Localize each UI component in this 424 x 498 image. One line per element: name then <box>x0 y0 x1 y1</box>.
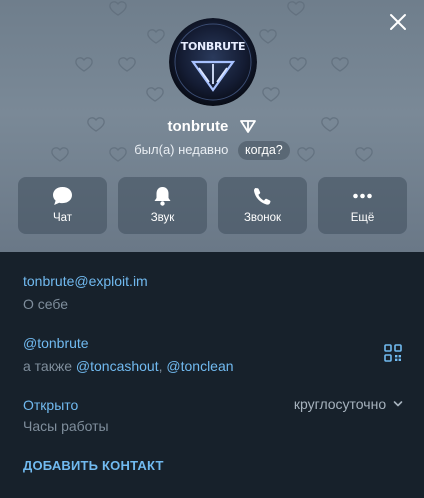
also-prefix: а также <box>23 358 76 374</box>
call-button[interactable]: Звонок <box>218 177 307 234</box>
last-seen-status: был(а) недавно <box>134 142 229 157</box>
more-icon <box>353 193 372 199</box>
close-icon[interactable] <box>386 10 410 34</box>
about-label: О себе <box>23 296 69 312</box>
business-hours-open-status[interactable]: Открыто <box>23 396 78 414</box>
chevron-down-icon <box>393 401 403 407</box>
profile-info-section: tonbrute@exploit.im О себе @tonbrute а т… <box>0 252 424 498</box>
when-button[interactable]: когда? <box>238 141 290 160</box>
ton-badge-icon[interactable] <box>239 118 257 134</box>
more-button-label: Ещё <box>350 212 375 224</box>
profile-name: tonbrute <box>167 118 229 135</box>
business-hours-dropdown[interactable]: круглосуточно <box>294 395 403 413</box>
bio-email-link[interactable]: tonbrute@exploit.im <box>23 272 148 290</box>
chat-bubble-icon <box>53 187 72 205</box>
bell-icon <box>154 187 171 206</box>
add-contact-button[interactable]: ДОБАВИТЬ КОНТАКТ <box>23 457 164 475</box>
mute-button-label: Звук <box>150 212 175 224</box>
chat-button[interactable]: Чат <box>18 177 107 234</box>
phone-icon <box>254 188 271 205</box>
business-hours-value: круглосуточно <box>293 396 387 412</box>
action-buttons: Чат Звук Звонок Ещё <box>18 177 408 234</box>
profile-status-row: был(а) недавно когда? <box>0 140 424 160</box>
username-link[interactable]: @tonbrute <box>23 334 89 352</box>
mute-button[interactable]: Звук <box>118 177 207 234</box>
username-link-toncashout[interactable]: @toncashout <box>76 358 159 374</box>
avatar-logo <box>169 18 257 106</box>
also-usernames-row: а также @toncashout, @tonclean <box>23 357 234 375</box>
username-link-tonclean[interactable]: @tonclean <box>166 358 233 374</box>
avatar[interactable] <box>169 18 257 106</box>
profile-name-row: tonbrute <box>0 117 424 137</box>
more-button[interactable]: Ещё <box>318 177 407 234</box>
business-hours-label: Часы работы <box>23 418 109 434</box>
chat-button-label: Чат <box>52 212 73 224</box>
profile-header: TONBRUTE tonbrute был(а) недавно когда? … <box>0 0 424 252</box>
avatar-logo-text: TONBRUTE <box>180 40 246 53</box>
call-button-label: Звонок <box>243 212 282 224</box>
qr-code-icon[interactable] <box>384 344 402 362</box>
